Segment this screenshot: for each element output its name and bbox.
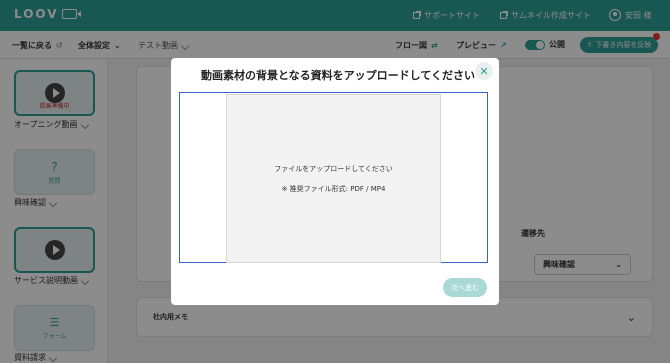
next-label: 次へ進む [451, 283, 479, 292]
upload-frame: ファイルをアップロードしてください ※ 推奨ファイル形式: PDF / MP4 [179, 92, 488, 263]
upload-modal: 動画素材の背景となる資料をアップロードしてください ✕ ファイルをアップロードし… [171, 58, 499, 305]
close-button[interactable]: ✕ [475, 62, 493, 80]
close-icon: ✕ [479, 64, 489, 78]
modal-title: 動画素材の背景となる資料をアップロードしてください [201, 69, 476, 82]
next-button[interactable]: 次へ進む [443, 278, 487, 297]
file-drop-zone[interactable]: ファイルをアップロードしてください ※ 推奨ファイル形式: PDF / MP4 [226, 94, 441, 263]
format-hint: ※ 推奨ファイル形式: PDF / MP4 [281, 184, 386, 193]
drop-instruction: ファイルをアップロードしてください [274, 164, 393, 173]
